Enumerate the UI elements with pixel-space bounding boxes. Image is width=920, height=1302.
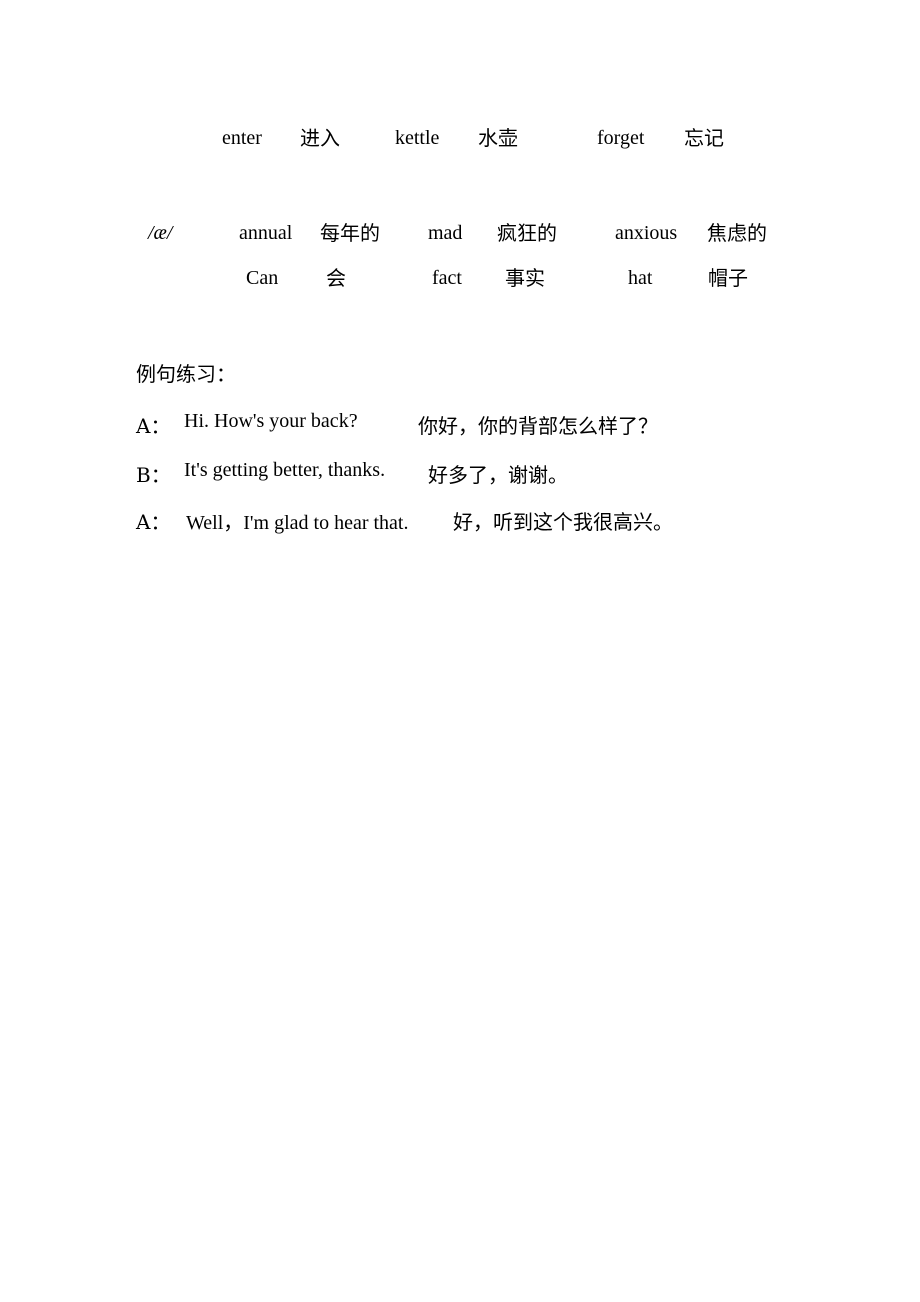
- vocab-word: mad: [428, 222, 463, 244]
- dialogue-line: A： Hi. How's your back? 你好，你的背部怎么样了？: [136, 410, 896, 444]
- dialogue-line: A： Well，I'm glad to hear that. 好，听到这个我很高…: [136, 506, 896, 540]
- vocab-translation: 会: [326, 266, 346, 290]
- dialogue-chinese: 好多了，谢谢。: [428, 463, 568, 487]
- phonetic-symbol: /æ/: [148, 222, 173, 244]
- dialogue-speaker: B：: [136, 463, 171, 487]
- vocab-word: kettle: [395, 127, 440, 149]
- vocab-word: enter: [222, 127, 262, 149]
- vocab-word: hat: [628, 267, 653, 289]
- vocab-translation: 焦虑的: [707, 221, 767, 245]
- vocab-word: annual: [239, 222, 293, 244]
- dialogue-speaker: A：: [136, 510, 171, 534]
- vocab-translation: 帽子: [708, 266, 748, 290]
- vocab-word: Can: [246, 267, 279, 289]
- vocab-row: Can 会 fact 事实 hat 帽子: [0, 258, 920, 298]
- vocab-word: fact: [432, 267, 462, 289]
- vocab-translation: 忘记: [684, 126, 724, 150]
- dialogue-english: Hi. How's your back?: [184, 410, 358, 432]
- dialogue-line: B： It's getting better, thanks. 好多了，谢谢。: [136, 459, 896, 493]
- vocab-translation: 进入: [300, 126, 340, 150]
- practice-heading: 例句练习：: [136, 362, 236, 386]
- dialogue-english: Well，I'm glad to hear that.: [186, 512, 409, 534]
- vocab-translation: 水壶: [478, 126, 518, 150]
- dialogue-chinese: 好，听到这个我很高兴。: [453, 510, 673, 534]
- vocab-row: /æ/ annual 每年的 mad 疯狂的 anxious 焦虑的: [0, 213, 920, 253]
- vocab-row: enter 进入 kettle 水壶 forget 忘记: [0, 118, 920, 158]
- vocab-word: anxious: [615, 222, 678, 244]
- dialogue-chinese: 你好，你的背部怎么样了？: [418, 414, 658, 438]
- dialogue-english: It's getting better, thanks.: [184, 459, 386, 481]
- vocab-translation: 每年的: [320, 221, 380, 245]
- vocab-translation: 事实: [505, 266, 545, 290]
- dialogue-speaker: A：: [136, 414, 171, 438]
- document-page: enter 进入 kettle 水壶 forget 忘记 /æ/ annual …: [0, 0, 920, 1302]
- vocab-word: forget: [597, 127, 645, 149]
- vocab-translation: 疯狂的: [497, 221, 557, 245]
